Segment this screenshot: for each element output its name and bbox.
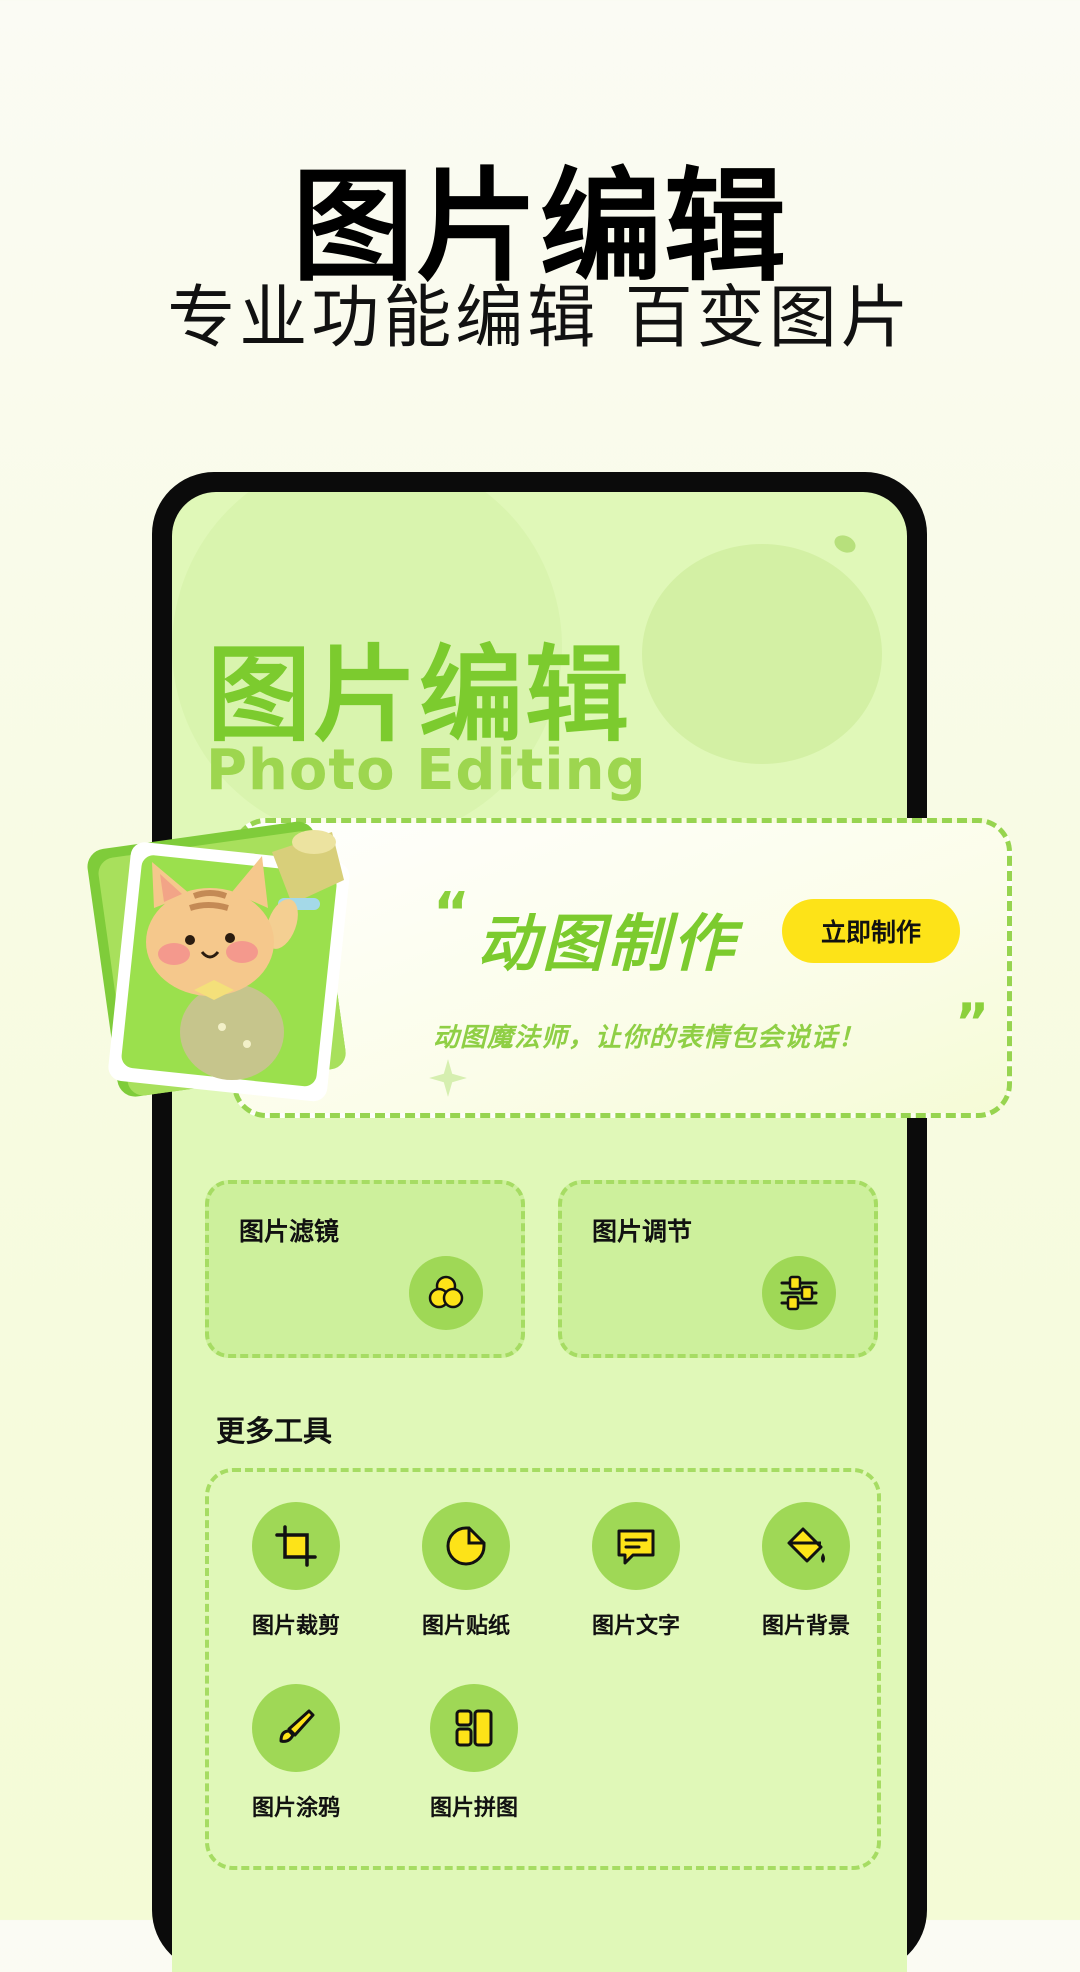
gif-maker-title: 动图制作 <box>477 907 738 980</box>
tool-label: 图片文字 <box>591 1614 680 1639</box>
sticker-icon <box>422 1502 510 1590</box>
text-bubble-icon <box>592 1502 680 1590</box>
cat-sticker-illustration <box>87 821 350 1102</box>
tool-background[interactable]: 图片背景 <box>731 1502 881 1640</box>
feature-label: 图片调节 <box>592 1217 693 1246</box>
tool-crop[interactable]: 图片裁剪 <box>221 1502 371 1640</box>
tool-sticker[interactable]: 图片贴纸 <box>391 1502 541 1640</box>
feature-card-adjust[interactable]: 图片调节 <box>558 1180 878 1358</box>
make-now-button[interactable]: 立即制作 <box>782 899 960 963</box>
promo-subtitle: 专业功能编辑 百变图片 <box>167 279 913 358</box>
quote-close-icon: ” <box>955 993 990 1053</box>
sparkle-icon <box>429 1059 467 1097</box>
decor-dot <box>831 532 859 556</box>
tool-doodle[interactable]: 图片涂鸦 <box>221 1684 371 1822</box>
feature-label: 图片滤镜 <box>239 1217 340 1246</box>
feature-card-filter[interactable]: 图片滤镜 <box>205 1180 525 1358</box>
tool-label: 图片背景 <box>761 1614 850 1639</box>
decor-bubble <box>642 544 882 764</box>
gif-maker-description: 动图魔法师，让你的表情包会说话！ <box>433 1023 866 1053</box>
more-tools-title: 更多工具 <box>216 1414 333 1448</box>
tool-collage[interactable]: 图片拼图 <box>399 1684 549 1822</box>
tool-label: 图片裁剪 <box>251 1614 340 1639</box>
tool-text[interactable]: 图片文字 <box>561 1502 711 1640</box>
crop-icon <box>252 1502 340 1590</box>
quote-open-icon: “ <box>433 881 470 946</box>
tool-label: 图片贴纸 <box>421 1614 510 1639</box>
collage-icon <box>430 1684 518 1772</box>
sliders-icon <box>762 1256 836 1330</box>
tool-label: 图片拼图 <box>429 1796 518 1821</box>
brush-icon <box>252 1684 340 1772</box>
tool-label: 图片涂鸦 <box>251 1796 340 1821</box>
more-tools-grid: 图片裁剪 图片贴纸 图片文字 图片背景 图片涂鸦 图片拼图 <box>205 1468 881 1870</box>
screen-subtitle: Photo Editing <box>206 738 647 803</box>
filter-circles-icon <box>409 1256 483 1330</box>
paint-bucket-icon <box>762 1502 850 1590</box>
